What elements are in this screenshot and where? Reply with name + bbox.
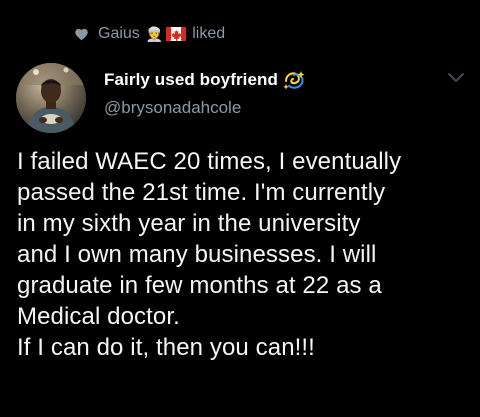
chevron-down-icon[interactable] [446, 71, 466, 85]
canada-flag-icon [166, 27, 187, 41]
social-context: Gaius 👳 liked [74, 24, 225, 44]
display-name-row: Fairly used boyfriend [104, 68, 306, 92]
heart-icon [75, 28, 88, 40]
display-name[interactable]: Fairly used boyfriend [104, 70, 278, 90]
username[interactable]: @brysonadahcole [104, 98, 306, 118]
tweet-card[interactable]: Gaius 👳 liked Fairly used boyfriend @bry… [0, 0, 480, 417]
social-action: liked [192, 25, 226, 42]
turban-emoji: 👳 [145, 25, 164, 42]
tweet-text: I failed WAEC 20 times, I eventually pas… [17, 148, 402, 361]
avatar[interactable] [16, 63, 86, 133]
avatar-photo [16, 63, 86, 133]
tweet-header: Fairly used boyfriend @brysonadahcole [104, 68, 306, 118]
liker-name[interactable]: Gaius [98, 25, 140, 43]
dizzy-icon [283, 71, 305, 90]
